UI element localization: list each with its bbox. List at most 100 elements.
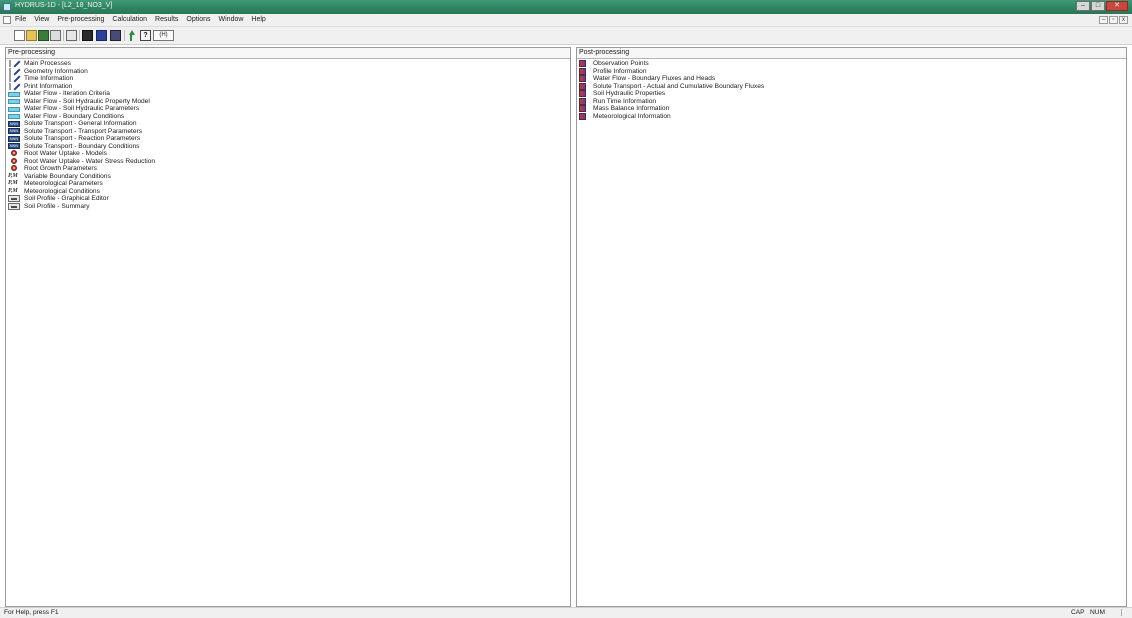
postprocessing-item[interactable]: Observation Points <box>579 60 764 68</box>
postprocessing-item[interactable]: Soil Hydraulic Properties <box>579 90 764 98</box>
preprocessing-item[interactable]: NNN Solute Transport - Transport Paramete… <box>8 128 155 136</box>
document-window-controls: – ▫ x <box>1098 16 1128 24</box>
solute-icon: NNN <box>8 120 20 127</box>
preprocessing-item[interactable]: NNN Solute Transport - Reaction Parameter… <box>8 135 155 143</box>
postprocessing-item-label: Soil Hydraulic Properties <box>593 90 666 97</box>
preprocessing-item-label: Main Processes <box>24 60 71 67</box>
pencil-icon <box>8 75 20 83</box>
help-pointer-icon[interactable]: ? <box>140 30 151 41</box>
menu-window[interactable]: Window <box>219 16 244 23</box>
preprocessing-item[interactable]: Water Flow - Soil Hydraulic Parameters <box>8 105 155 113</box>
open-folder-icon[interactable] <box>26 30 37 41</box>
postprocessing-item[interactable]: Profile Information <box>579 68 764 76</box>
postprocessing-item[interactable]: Mass Balance Information <box>579 105 764 113</box>
preprocessing-item-label: Solute Transport - Boundary Conditions <box>24 142 140 150</box>
status-help-text: For Help, press F1 <box>4 609 59 616</box>
water-icon <box>8 106 20 112</box>
result-icon <box>579 97 586 105</box>
preprocessing-item[interactable]: Water Flow - Iteration Criteria <box>8 90 155 98</box>
preprocessing-item[interactable]: Root Growth Parameters <box>8 165 155 173</box>
soil-icon <box>8 202 20 210</box>
preprocessing-item-label: Root Water Uptake - Water Stress Reducti… <box>24 157 156 165</box>
preprocessing-item-label: Root Growth Parameters <box>24 165 97 172</box>
preprocessing-item[interactable]: P,M Variable Boundary Conditions <box>8 173 155 181</box>
root-icon <box>8 150 20 157</box>
save-icon[interactable] <box>50 30 61 41</box>
preprocessing-item[interactable]: Water Flow - Soil Hydraulic Property Mod… <box>8 98 155 106</box>
open-color-icon[interactable] <box>38 30 49 41</box>
minimize-button[interactable]: – <box>1076 1 1090 11</box>
document-restore-button[interactable]: ▫ <box>1109 16 1118 24</box>
menu-file[interactable]: File <box>15 16 26 23</box>
postprocessing-item-label: Meteorological Information <box>593 112 671 120</box>
menu-pre-processing[interactable]: Pre-processing <box>57 16 104 23</box>
postprocessing-item[interactable]: Run Time Information <box>579 98 764 106</box>
maximize-button[interactable]: □ <box>1091 1 1105 11</box>
toolbar-separator <box>79 30 80 41</box>
about-icon[interactable]: (H) <box>153 30 174 41</box>
result-icon <box>579 112 586 120</box>
app-icon[interactable] <box>3 3 11 11</box>
preprocessing-item[interactable]: P,M Meteorological Conditions <box>8 188 155 196</box>
preprocessing-item-label: Water Flow - Soil Hydraulic Property Mod… <box>24 97 150 105</box>
preprocessing-item[interactable]: Water Flow - Boundary Conditions <box>8 113 155 121</box>
root-icon <box>8 157 20 165</box>
menu-items: File View Pre-processing Calculation Res… <box>15 16 274 23</box>
preprocessing-item-label: Water Flow - Iteration Criteria <box>24 90 110 97</box>
preprocessing-header: Pre-processing <box>6 48 570 59</box>
view-1-icon[interactable] <box>82 30 93 41</box>
result-icon <box>579 60 586 68</box>
calculate-arrow-icon[interactable] <box>127 30 135 41</box>
close-button[interactable]: ✕ <box>1106 1 1128 11</box>
view-3-icon[interactable] <box>110 30 121 41</box>
preprocessing-item[interactable]: Print Information <box>8 83 155 91</box>
postprocessing-item-label: Run Time Information <box>593 97 657 105</box>
document-minimize-button[interactable]: – <box>1099 16 1108 24</box>
window-controls: – □ ✕ <box>1075 1 1128 12</box>
preprocessing-tree: Main Processes Geometry Information Time I… <box>8 60 155 210</box>
postprocessing-item-label: Water Flow - Boundary Fluxes and Heads <box>593 75 716 82</box>
preprocessing-item[interactable]: NNN Solute Transport - Boundary Condition… <box>8 143 155 151</box>
num-lock-indicator: NUM <box>1090 609 1106 616</box>
view-2-icon[interactable] <box>96 30 107 41</box>
document-close-button[interactable]: x <box>1119 16 1128 24</box>
postprocessing-item[interactable]: Meteorological Information <box>579 113 764 121</box>
menu-calculation[interactable]: Calculation <box>112 16 147 23</box>
preprocessing-item-label: Solute Transport - Transport Parameters <box>24 127 143 135</box>
menu-results[interactable]: Results <box>155 16 178 23</box>
menu-help[interactable]: Help <box>251 16 265 23</box>
preprocessing-item[interactable]: Soil Profile - Summary <box>8 203 155 211</box>
postprocessing-pane: Post-processing Observation Points Profil… <box>576 47 1127 607</box>
preprocessing-item[interactable]: Root Water Uptake - Water Stress Reducti… <box>8 158 155 166</box>
menu-view[interactable]: View <box>34 16 49 23</box>
postprocessing-header: Post-processing <box>577 48 1126 59</box>
solute-icon: NNN <box>8 143 20 150</box>
menu-bar: File View Pre-processing Calculation Res… <box>0 14 1132 27</box>
preprocessing-item[interactable]: P,M Meteorological Parameters <box>8 180 155 188</box>
preprocessing-item[interactable]: NNN Solute Transport - General Informatio… <box>8 120 155 128</box>
preprocessing-item-label: Meteorological Parameters <box>24 180 103 187</box>
preprocessing-item[interactable]: Soil Profile - Graphical Editor <box>8 195 155 203</box>
postprocessing-tree: Observation Points Profile Information Wat… <box>579 60 764 120</box>
preprocessing-item-label: Soil Profile - Summary <box>24 202 90 210</box>
postprocessing-item[interactable]: Water Flow - Boundary Fluxes and Heads <box>579 75 764 83</box>
document-system-menu-icon[interactable] <box>3 16 11 24</box>
postprocessing-item-label: Mass Balance Information <box>593 105 670 112</box>
pencil-icon <box>8 60 20 68</box>
preprocessing-item[interactable]: Root Water Uptake - Models <box>8 150 155 158</box>
preprocessing-item-label: Meteorological Conditions <box>24 187 100 195</box>
postprocessing-item[interactable]: Solute Transport - Actual and Cumulative… <box>579 83 764 91</box>
menu-options[interactable]: Options <box>186 16 210 23</box>
toolbar-separator <box>63 30 64 41</box>
toolbar: ? (H) <box>0 27 1132 45</box>
pm-icon: P,M <box>8 180 18 187</box>
resize-grip[interactable] <box>1121 609 1130 616</box>
new-file-icon[interactable] <box>14 30 25 41</box>
preprocessing-item[interactable]: Time Information <box>8 75 155 83</box>
preprocessing-item[interactable]: Main Processes <box>8 60 155 68</box>
edit-icon[interactable] <box>66 30 77 41</box>
preprocessing-item-label: Time Information <box>24 75 74 82</box>
preprocessing-item[interactable]: Geometry Information <box>8 68 155 76</box>
preprocessing-item-label: Solute Transport - General Information <box>24 120 137 127</box>
solute-icon: NNN <box>8 135 20 142</box>
